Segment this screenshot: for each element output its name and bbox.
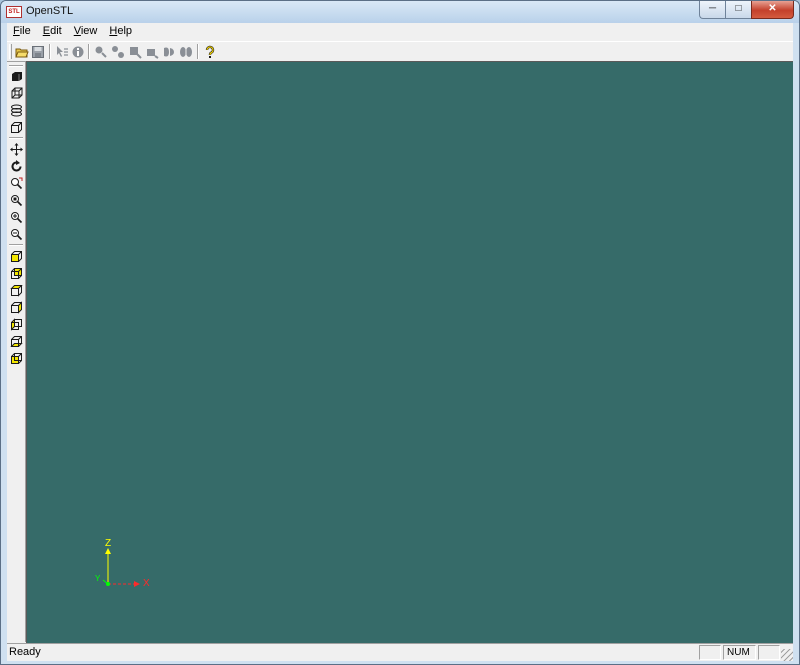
menu-file[interactable]: File	[7, 23, 37, 40]
toolbar-separator	[9, 244, 23, 246]
menu-help[interactable]: Help	[103, 23, 138, 40]
view-iso-icon[interactable]	[8, 350, 24, 366]
status-pane-scrl	[758, 645, 780, 660]
view-front-icon[interactable]	[8, 282, 24, 298]
app-window: STL OpenSTL ─ □ ✕ File Edit View Help Z …	[0, 0, 800, 665]
select-info-icon[interactable]	[54, 44, 70, 59]
resize-grip[interactable]	[781, 649, 793, 661]
status-text: Ready	[9, 646, 41, 658]
status-pane-caps	[699, 645, 721, 660]
pan-icon[interactable]	[8, 141, 24, 157]
view-left-icon[interactable]	[8, 316, 24, 332]
mirror-icon[interactable]	[178, 44, 194, 59]
menu-view[interactable]: View	[68, 23, 104, 40]
view-right-icon[interactable]	[8, 333, 24, 349]
x-axis-label: X	[143, 578, 150, 589]
axis-origin	[106, 582, 110, 586]
z-axis-label: Z	[105, 538, 112, 549]
solid-icon[interactable]	[144, 44, 160, 59]
open-folder-icon[interactable]	[14, 44, 30, 59]
view-toolbar	[7, 62, 26, 642]
menu-bar: File Edit View Help	[7, 23, 793, 40]
shade-icon[interactable]	[161, 44, 177, 59]
close-button[interactable]: ✕	[751, 1, 794, 19]
caption-buttons: ─ □ ✕	[699, 1, 794, 19]
y-axis-label: Y	[95, 574, 101, 583]
main-toolbar	[7, 41, 793, 62]
wireframe-icon[interactable]	[8, 85, 24, 101]
zoom-fit-icon[interactable]	[8, 192, 24, 208]
title-bar[interactable]: STL OpenSTL ─ □ ✕	[1, 1, 799, 23]
app-icon[interactable]: STL	[6, 6, 22, 18]
help-icon[interactable]	[202, 44, 218, 59]
view-bottom-icon[interactable]	[8, 265, 24, 281]
surface-icon[interactable]	[127, 44, 143, 59]
client-area: File Edit View Help Z X Y Ready NUM	[7, 23, 793, 661]
rotate-icon[interactable]	[8, 158, 24, 174]
status-bar: Ready NUM	[7, 643, 793, 661]
toolbar-separator	[88, 44, 90, 59]
menu-edit[interactable]: Edit	[37, 23, 68, 40]
3d-viewport[interactable]: Z X Y	[26, 61, 793, 643]
axis-triad: Z X Y	[87, 538, 157, 595]
box-icon[interactable]	[8, 119, 24, 135]
slice-icon[interactable]	[8, 102, 24, 118]
view-back-icon[interactable]	[8, 299, 24, 315]
toolbar-separator	[197, 44, 199, 59]
zoom-in-icon[interactable]	[8, 209, 24, 225]
zoom-window-icon[interactable]	[8, 175, 24, 191]
minimize-button[interactable]: ─	[699, 1, 725, 19]
info-icon[interactable]	[70, 44, 86, 59]
point-icon[interactable]	[93, 44, 109, 59]
toolbar-separator	[9, 137, 23, 139]
status-pane-num: NUM	[723, 645, 756, 660]
toolbar-grip[interactable]	[9, 44, 12, 59]
window-title: OpenSTL	[26, 5, 74, 17]
save-icon[interactable]	[30, 44, 46, 59]
view-top-icon[interactable]	[8, 248, 24, 264]
vertex-icon[interactable]	[110, 44, 126, 59]
x-axis-arrow	[134, 581, 140, 587]
solid-view-icon[interactable]	[8, 68, 24, 84]
zoom-out-icon[interactable]	[8, 226, 24, 242]
toolbar-separator	[49, 44, 51, 59]
maximize-button[interactable]: □	[725, 1, 751, 19]
toolbar-grip[interactable]	[9, 65, 23, 67]
